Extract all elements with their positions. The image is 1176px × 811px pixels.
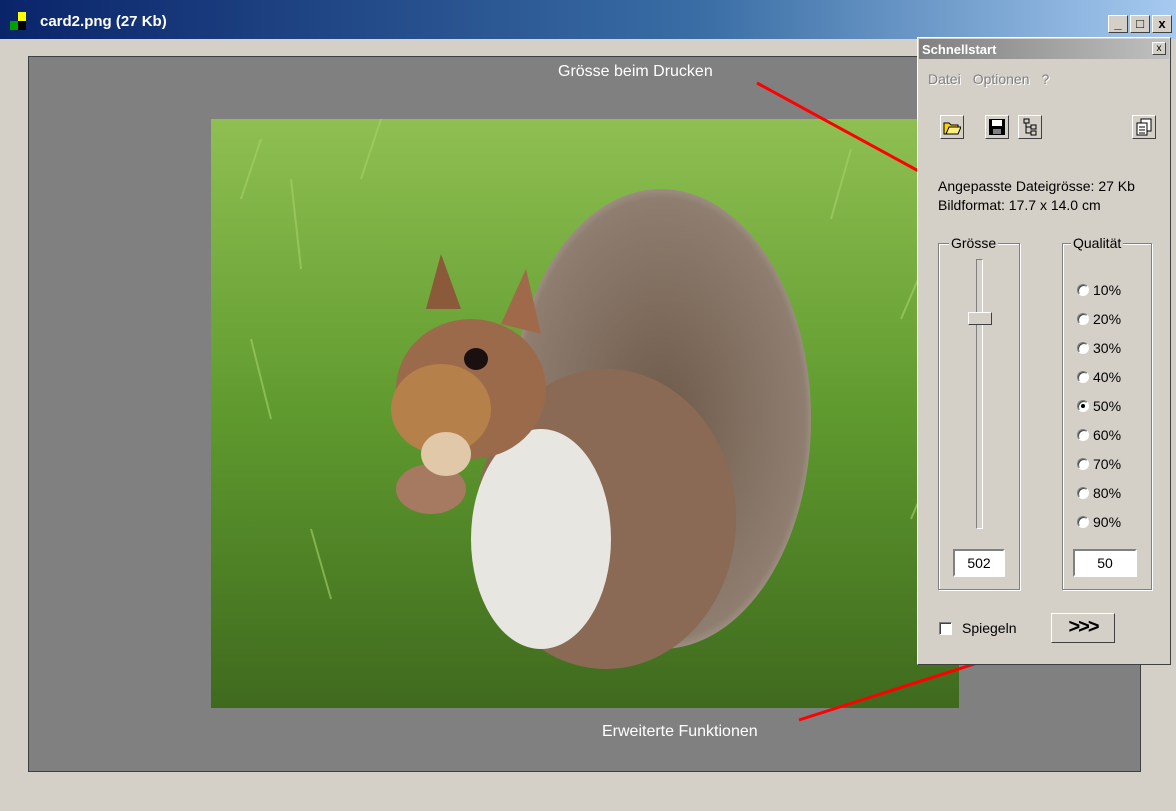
file-info: Angepasste Dateigrösse: 27 Kb Bildformat…: [938, 177, 1135, 215]
quality-option[interactable]: 90%: [1077, 514, 1121, 530]
radio-icon[interactable]: [1077, 284, 1089, 296]
panel-close-button[interactable]: x: [1152, 42, 1166, 55]
size-slider-track[interactable]: [976, 259, 983, 529]
panel-title: Schnellstart: [922, 42, 997, 57]
quality-option[interactable]: 30%: [1077, 340, 1121, 356]
panel-menu: Datei Optionen ?: [928, 71, 1049, 87]
size-group-title: Grösse: [949, 235, 999, 251]
size-group: Grösse 502: [938, 235, 1020, 590]
save-icon: [989, 119, 1005, 135]
quality-option[interactable]: 20%: [1077, 311, 1121, 327]
radio-icon[interactable]: [1077, 342, 1089, 354]
menu-datei[interactable]: Datei: [928, 71, 961, 87]
tree-button[interactable]: [1018, 115, 1042, 139]
panel-titlebar[interactable]: Schnellstart x: [919, 39, 1169, 59]
radio-icon[interactable]: [1077, 487, 1089, 499]
quality-option[interactable]: 70%: [1077, 456, 1121, 472]
radio-selected-icon[interactable]: [1077, 400, 1089, 412]
quality-group-title: Qualität: [1071, 235, 1124, 251]
close-button[interactable]: x: [1152, 15, 1172, 33]
format-text: Bildformat: 17.7 x 14.0 cm: [938, 197, 1101, 213]
open-button[interactable]: [940, 115, 964, 139]
minimize-button[interactable]: _: [1108, 15, 1128, 33]
radio-icon[interactable]: [1077, 371, 1089, 383]
open-icon: [943, 122, 961, 135]
radio-icon[interactable]: [1077, 458, 1089, 470]
radio-icon[interactable]: [1077, 516, 1089, 528]
radio-icon[interactable]: [1077, 429, 1089, 441]
quality-option-selected[interactable]: 50%: [1077, 398, 1121, 414]
quality-option[interactable]: 60%: [1077, 427, 1121, 443]
mirror-label: Spiegeln: [962, 620, 1017, 636]
menu-optionen[interactable]: Optionen: [973, 71, 1030, 87]
print-size-label: Grösse beim Drucken: [558, 63, 713, 80]
filesize-text: Angepasste Dateigrösse: 27 Kb: [938, 178, 1135, 194]
window-titlebar[interactable]: card2.png (27 Kb) _ □ x: [0, 0, 1176, 39]
quality-option[interactable]: 40%: [1077, 369, 1121, 385]
copy-icon: [1136, 118, 1152, 136]
copy-button[interactable]: [1132, 115, 1156, 139]
quality-option[interactable]: 80%: [1077, 485, 1121, 501]
menu-help[interactable]: ?: [1042, 71, 1050, 87]
quality-group: Qualität 10% 20% 30% 40% 50% 60% 70% 80%…: [1062, 235, 1152, 590]
size-slider-thumb[interactable]: [968, 312, 992, 325]
advanced-functions-label: Erweiterte Funktionen: [602, 723, 758, 740]
tree-icon: [1023, 118, 1037, 136]
squirrel-photo: [211, 119, 959, 708]
maximize-button[interactable]: □: [1130, 15, 1150, 33]
advanced-functions-button[interactable]: >>>: [1051, 613, 1115, 643]
mirror-checkbox[interactable]: [939, 622, 952, 635]
quickstart-panel: Schnellstart x Datei Optionen ? Angepass…: [917, 37, 1171, 665]
quality-option[interactable]: 10%: [1077, 282, 1121, 298]
save-button[interactable]: [985, 115, 1009, 139]
size-field[interactable]: 502: [953, 549, 1005, 577]
radio-icon[interactable]: [1077, 313, 1089, 325]
app-icon: [10, 12, 32, 30]
window-title: card2.png (27 Kb): [40, 13, 167, 30]
quality-field[interactable]: 50: [1073, 549, 1137, 577]
